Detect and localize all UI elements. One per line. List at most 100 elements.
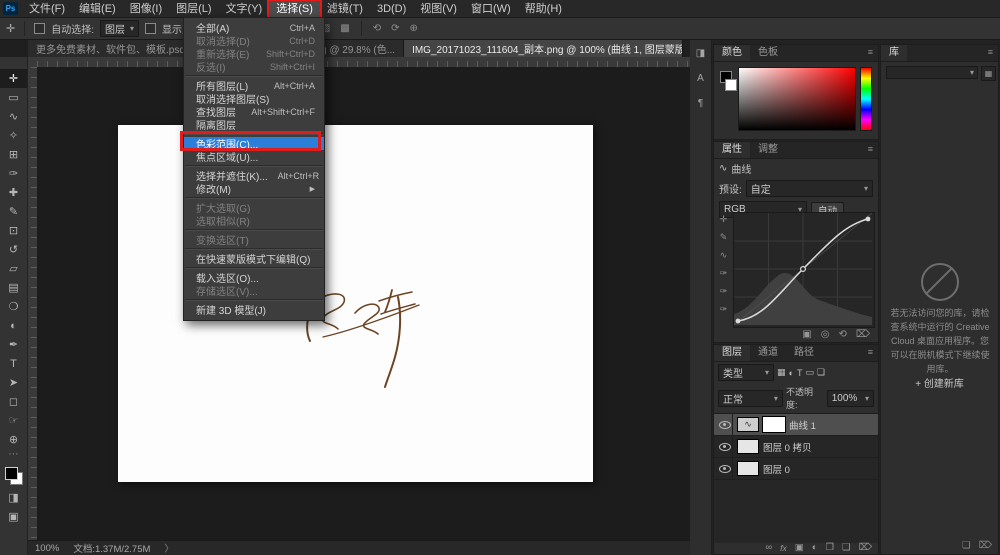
- link-layers-icon[interactable]: ∞: [765, 542, 772, 553]
- new-layer-icon[interactable]: ❏: [842, 542, 851, 553]
- auto-select-checkbox[interactable]: [34, 23, 45, 34]
- 3d-roll-icon[interactable]: ⟳: [389, 23, 401, 34]
- saturation-brightness-field[interactable]: [738, 67, 856, 131]
- layer-row-curves[interactable]: ∿ 曲线 1: [714, 414, 878, 436]
- white-point-eyedropper-icon[interactable]: ✑: [720, 304, 728, 315]
- preset-dropdown[interactable]: 自定 ▾: [746, 180, 873, 197]
- reset-icon[interactable]: ⟲: [838, 329, 846, 340]
- library-sort-dropdown[interactable]: ▾: [886, 66, 978, 79]
- curves-editor[interactable]: [733, 212, 875, 328]
- layer-filter-dropdown[interactable]: 类型 ▾: [718, 364, 774, 381]
- tool-clone-stamp[interactable]: ⊡: [0, 221, 27, 240]
- tool-quick-selection[interactable]: ✧: [0, 126, 27, 145]
- delete-library-item-icon[interactable]: ⌦: [979, 540, 992, 551]
- menu-view[interactable]: 视图(V): [413, 1, 464, 17]
- 3d-pan-icon[interactable]: ⊕: [408, 23, 420, 34]
- menu-edit[interactable]: 编辑(E): [72, 1, 123, 17]
- status-chevron-icon[interactable]: 〉: [164, 541, 174, 555]
- tab-paths[interactable]: 路径: [786, 345, 822, 361]
- tool-path-selection[interactable]: ➤: [0, 373, 27, 392]
- menu-image[interactable]: 图像(I): [123, 1, 169, 17]
- visibility-icon[interactable]: ◎: [821, 329, 830, 340]
- menu-item-save-selection[interactable]: 存储选区(V)...: [184, 284, 324, 297]
- tab-adjustments[interactable]: 调整: [750, 142, 786, 158]
- tool-history-brush[interactable]: ↺: [0, 240, 27, 259]
- tab-properties[interactable]: 属性: [714, 142, 750, 158]
- 3d-rotate-icon[interactable]: ⟲: [371, 23, 383, 34]
- layer-mask-thumbnail[interactable]: [763, 417, 785, 432]
- panel-menu-icon[interactable]: ≡: [868, 45, 878, 61]
- layer-thumbnail[interactable]: [737, 439, 759, 454]
- tool-type[interactable]: T: [0, 354, 27, 373]
- collapse-panels-icon[interactable]: ◨: [696, 48, 705, 59]
- menu-select[interactable]: 选择(S): [269, 1, 320, 17]
- edit-toolbar-icon[interactable]: ⋯: [0, 449, 27, 461]
- menu-item-focus-area[interactable]: 焦点区域(U)...: [184, 150, 324, 163]
- filter-adjustment-icon[interactable]: ◐: [789, 368, 794, 378]
- filter-type-icon[interactable]: T: [797, 368, 803, 378]
- curve-pencil-icon[interactable]: ✎: [720, 232, 728, 243]
- menu-3d[interactable]: 3D(D): [370, 1, 413, 17]
- menu-item-modify[interactable]: 修改(M)▶: [184, 182, 324, 195]
- tool-blur[interactable]: ❍: [0, 297, 27, 316]
- menu-item-inverse[interactable]: 反选(I)Shift+Ctrl+I: [184, 60, 324, 73]
- layer-styles-icon[interactable]: fx: [780, 543, 787, 553]
- tab-color[interactable]: 颜色: [714, 45, 750, 61]
- menu-window[interactable]: 窗口(W): [464, 1, 518, 17]
- smooth-curve-icon[interactable]: ∿: [720, 250, 728, 261]
- tool-eraser[interactable]: ▱: [0, 259, 27, 278]
- visibility-toggle[interactable]: [717, 458, 733, 479]
- tool-dodge[interactable]: ◐: [0, 316, 27, 335]
- add-layer-mask-icon[interactable]: ▣: [795, 542, 804, 553]
- menu-item-transform-selection[interactable]: 变换选区(T): [184, 233, 324, 246]
- library-view-toggle[interactable]: ▦: [981, 66, 996, 81]
- background-mini-swatch[interactable]: [725, 79, 737, 91]
- menu-item-isolate-layers[interactable]: 隔离图层: [184, 118, 324, 131]
- menu-item-new-3d-extrusion[interactable]: 新建 3D 模型(J): [184, 303, 324, 316]
- tool-zoom[interactable]: ⊕: [0, 430, 27, 449]
- delete-layer-icon[interactable]: ⌦: [859, 542, 872, 553]
- filter-shape-icon[interactable]: ▭: [805, 367, 814, 378]
- layer-row-copy[interactable]: 图层 0 拷贝: [714, 436, 878, 458]
- layer-name[interactable]: 图层 0: [763, 462, 790, 476]
- layer-thumbnail[interactable]: [737, 461, 759, 476]
- new-adjustment-layer-icon[interactable]: ◐: [812, 542, 818, 553]
- menu-file[interactable]: 文件(F): [22, 1, 72, 17]
- targeted-adjustment-icon[interactable]: ✛: [720, 214, 728, 225]
- tab-layers[interactable]: 图层: [714, 345, 750, 361]
- tool-lasso[interactable]: ∿: [0, 107, 27, 126]
- tool-move[interactable]: ✛: [0, 69, 27, 88]
- delete-adjustment-icon[interactable]: ⌦: [856, 329, 870, 340]
- tool-crop[interactable]: ⊞: [0, 145, 27, 164]
- quick-mask-button[interactable]: ◨: [0, 488, 27, 507]
- tab-swatches[interactable]: 色板: [750, 45, 786, 61]
- opacity-dropdown[interactable]: 100% ▾: [827, 390, 874, 407]
- tool-pen[interactable]: ✒: [0, 335, 27, 354]
- filter-smart-object-icon[interactable]: ❏: [817, 367, 825, 378]
- character-panel-icon[interactable]: A: [697, 73, 704, 84]
- panel-menu-icon[interactable]: ≡: [988, 45, 998, 61]
- tool-eyedropper[interactable]: ✑: [0, 164, 27, 183]
- layer-name[interactable]: 图层 0 拷贝: [763, 440, 812, 454]
- tool-spot-healing[interactable]: ✚: [0, 183, 27, 202]
- filter-pixel-icon[interactable]: ▦: [777, 367, 786, 378]
- curves-layer-thumbnail[interactable]: ∿: [737, 417, 759, 432]
- menu-filter[interactable]: 滤镜(T): [320, 1, 370, 17]
- blend-mode-dropdown[interactable]: 正常 ▾: [718, 390, 783, 407]
- foreground-color-swatch[interactable]: [5, 467, 18, 480]
- gray-point-eyedropper-icon[interactable]: ✑: [720, 286, 728, 297]
- visibility-toggle[interactable]: [717, 436, 733, 457]
- tool-gradient[interactable]: ▤: [0, 278, 27, 297]
- show-transform-checkbox[interactable]: [145, 23, 156, 34]
- menu-layer[interactable]: 图层(L): [169, 1, 218, 17]
- tab-channels[interactable]: 通道: [750, 345, 786, 361]
- tool-rectangular-marquee[interactable]: ▭: [0, 88, 27, 107]
- new-library-item-icon[interactable]: ❏: [962, 540, 971, 551]
- screen-mode-button[interactable]: ▣: [0, 507, 27, 526]
- paragraph-panel-icon[interactable]: ¶: [698, 98, 703, 109]
- black-point-eyedropper-icon[interactable]: ✑: [720, 268, 728, 279]
- new-group-icon[interactable]: ❐: [826, 542, 835, 553]
- layer-row-original[interactable]: 图层 0: [714, 458, 878, 480]
- menu-help[interactable]: 帮助(H): [518, 1, 569, 17]
- tab-libraries[interactable]: 库: [881, 45, 907, 61]
